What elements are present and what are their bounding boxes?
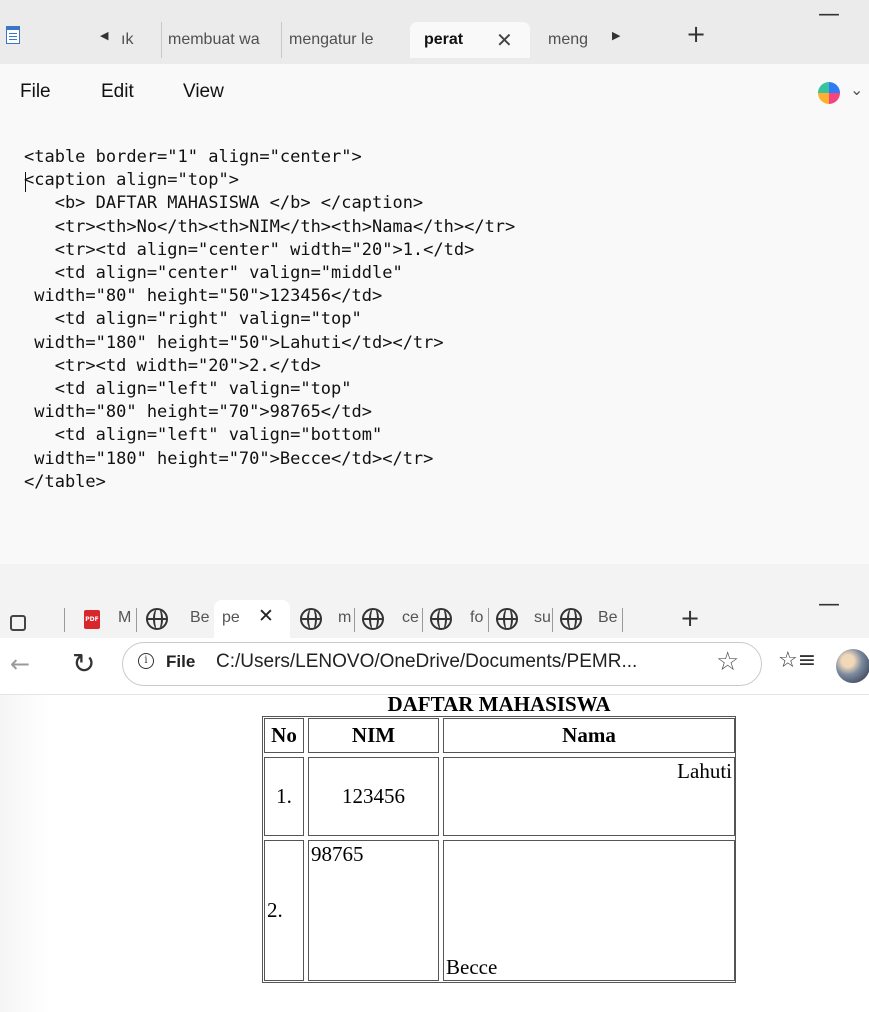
code-text[interactable]: <table border="1" align="center"> <capti… xyxy=(24,146,515,494)
scroll-tabs-left-icon[interactable]: ◀ xyxy=(100,29,108,42)
table-cell-no: 2. xyxy=(264,840,304,981)
avatar[interactable] xyxy=(836,649,869,683)
notepad-app-icon xyxy=(6,26,20,44)
browser-window: PDF M Be pe ✕ m ce fo su Be + — ← ↻ i Fi… xyxy=(0,564,869,1012)
copilot-icon[interactable] xyxy=(818,82,840,104)
close-tab-icon[interactable]: ✕ xyxy=(496,22,513,58)
close-tab-icon[interactable]: ✕ xyxy=(258,605,274,627)
student-table: No NIM Nama 1. 123456 Lahuti 2. 98765 Be… xyxy=(262,716,736,983)
favorites-list-icon[interactable]: ☆≡ xyxy=(778,648,816,673)
menu-view[interactable]: View xyxy=(183,81,224,103)
chevron-down-icon[interactable]: ⌄ xyxy=(850,80,863,99)
browser-tab[interactable]: m xyxy=(338,609,351,627)
minimize-icon[interactable]: — xyxy=(818,2,840,27)
menu-file[interactable]: File xyxy=(20,81,51,103)
menu-edit[interactable]: Edit xyxy=(101,81,134,103)
favorite-star-icon[interactable]: ☆ xyxy=(716,647,739,677)
table-cell-no: 1. xyxy=(264,757,304,836)
notepad-tab[interactable]: ık xyxy=(121,22,162,58)
refresh-icon[interactable]: ↻ xyxy=(72,647,95,680)
table-cell-nama: Lahuti xyxy=(443,757,735,836)
url-scheme-label: File xyxy=(166,652,196,671)
browser-tab[interactable]: Be xyxy=(190,609,210,627)
globe-icon xyxy=(430,608,452,630)
browser-tab[interactable]: su xyxy=(534,609,551,627)
table-header-no: No xyxy=(264,718,304,753)
new-tab-plus-icon[interactable]: + xyxy=(680,604,700,632)
notepad-tab[interactable]: membuat wa xyxy=(168,22,282,58)
browser-tab[interactable]: M xyxy=(118,609,131,627)
table-header-nama: Nama xyxy=(443,718,735,753)
browser-page-content: DAFTAR MAHASISWA No NIM Nama 1. 123456 L… xyxy=(0,692,869,1012)
notepad-tab[interactable]: mengatur le xyxy=(289,22,407,58)
table-cell-nim: 123456 xyxy=(308,757,439,836)
url-text[interactable]: C:/Users/LENOVO/OneDrive/Documents/PEMR.… xyxy=(216,651,637,673)
globe-icon xyxy=(560,608,582,630)
notepad-tab-bar: ◀ ık membuat wa mengatur le perat ✕ meng… xyxy=(0,0,869,64)
globe-icon xyxy=(496,608,518,630)
pdf-icon: PDF xyxy=(84,610,100,629)
notepad-window: ◀ ık membuat wa mengatur le perat ✕ meng… xyxy=(0,0,869,564)
notepad-menu-bar: File Edit View xyxy=(0,64,869,120)
browser-address-bar: ← ↻ i File C:/Users/LENOVO/OneDrive/Docu… xyxy=(0,638,869,695)
tab-actions-icon[interactable] xyxy=(10,615,26,631)
info-icon[interactable]: i xyxy=(138,653,154,669)
text-cursor xyxy=(25,172,26,192)
browser-tab[interactable]: ce xyxy=(402,609,419,627)
globe-icon xyxy=(146,608,168,630)
table-cell-nama-text: Becce xyxy=(446,955,498,979)
minimize-icon[interactable]: — xyxy=(818,592,840,617)
table-cell-nim: 98765 xyxy=(308,840,439,981)
browser-tab[interactable]: fo xyxy=(470,609,483,627)
globe-icon xyxy=(362,608,384,630)
table-header-nim: NIM xyxy=(308,718,439,753)
browser-tab-bar: PDF M Be pe ✕ m ce fo su Be + — xyxy=(0,564,869,640)
back-arrow-icon[interactable]: ← xyxy=(10,650,30,678)
table-caption: DAFTAR MAHASISWA xyxy=(387,692,611,716)
scroll-tabs-right-icon[interactable]: ▶ xyxy=(612,29,620,42)
globe-icon xyxy=(300,608,322,630)
notepad-editor[interactable]: <table border="1" align="center"> <capti… xyxy=(0,120,869,564)
table-cell-nama: Becce xyxy=(443,840,735,981)
notepad-tab[interactable]: meng xyxy=(548,22,600,58)
browser-tab[interactable]: Be xyxy=(598,609,618,627)
new-tab-plus-icon[interactable]: + xyxy=(686,20,706,48)
browser-tab-active-label: pe xyxy=(222,609,240,626)
